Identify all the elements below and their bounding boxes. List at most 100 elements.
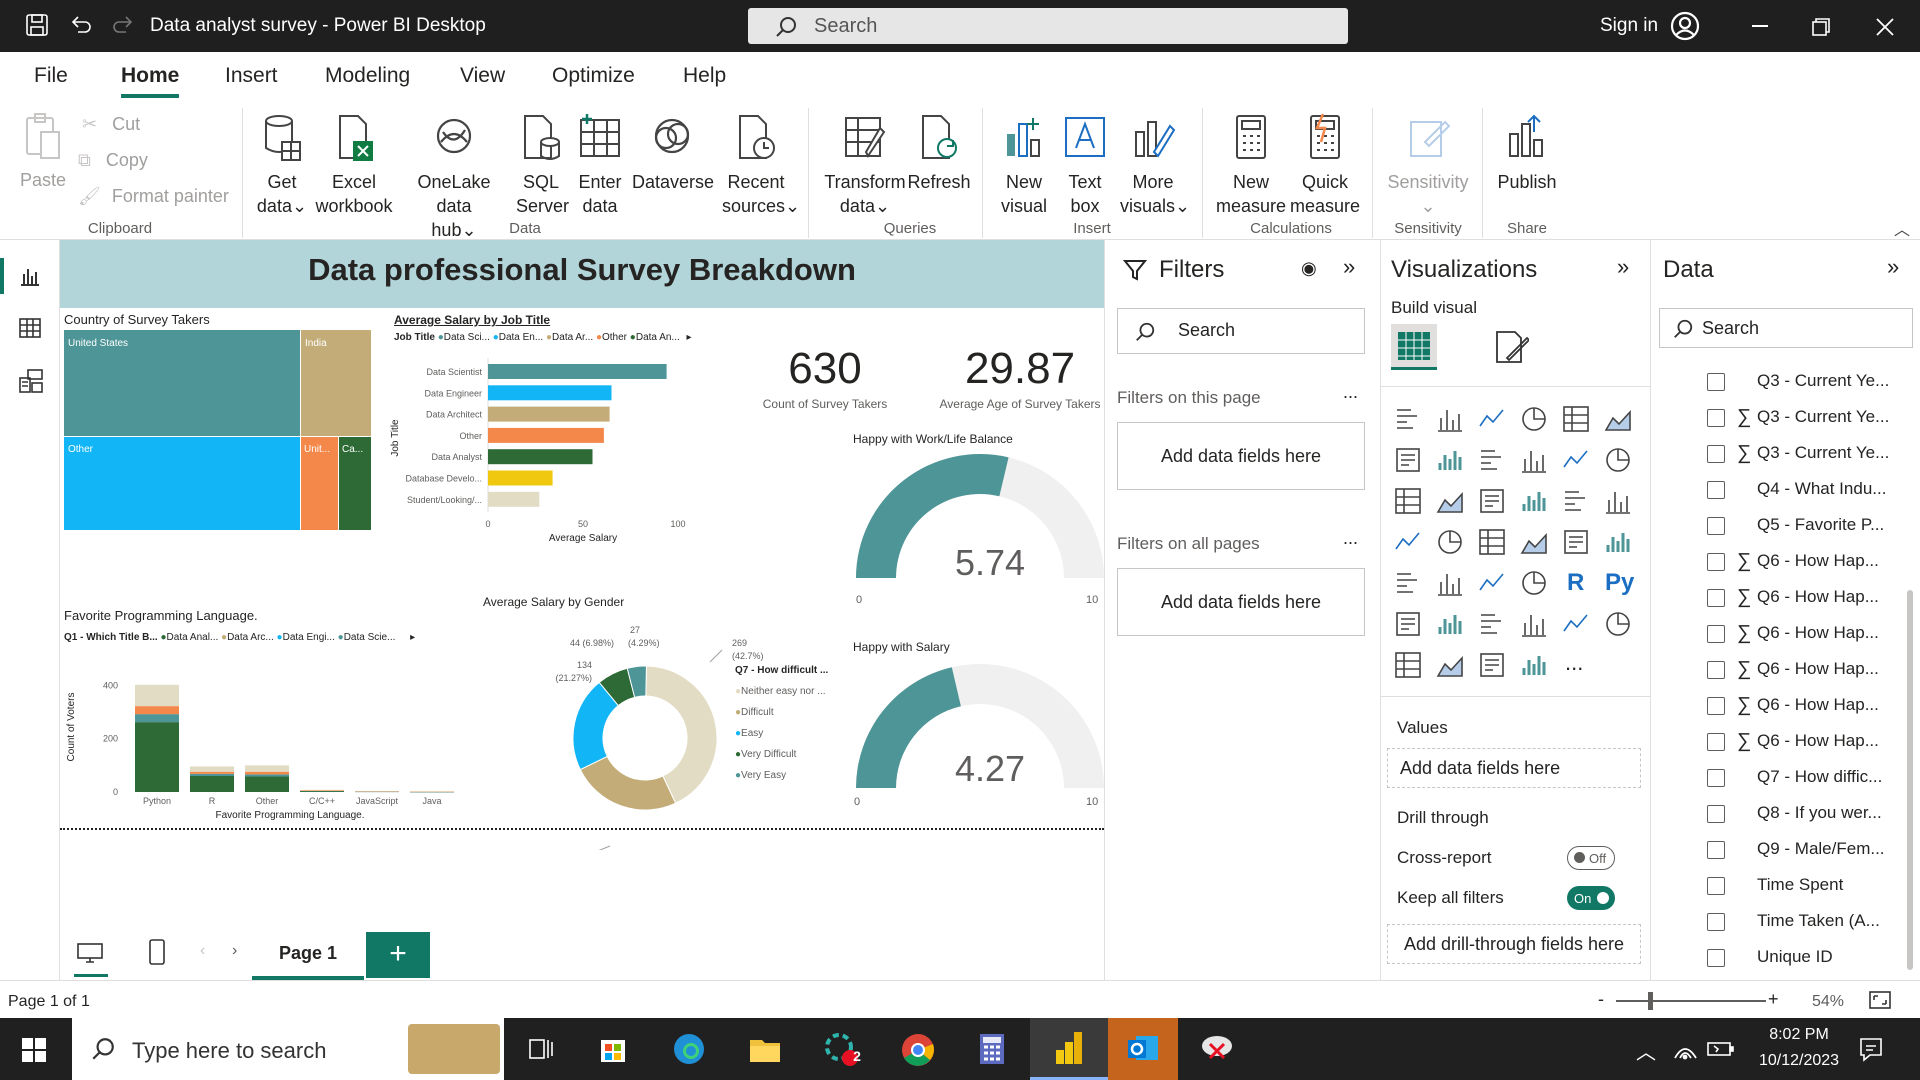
publish-button[interactable]: Publish	[1494, 112, 1560, 194]
field-item[interactable]: Q7 - How diffic...	[1651, 760, 1911, 796]
stacked-bar-segment[interactable]	[190, 773, 234, 776]
field-checkbox[interactable]	[1707, 553, 1725, 571]
file-explorer-icon[interactable]	[748, 1034, 782, 1064]
field-checkbox[interactable]	[1707, 805, 1725, 823]
stacked-bar-segment[interactable]	[135, 722, 179, 792]
bar[interactable]	[488, 470, 553, 486]
taskbar-search[interactable]: Type here to search	[72, 1018, 504, 1080]
filters-this-page-more[interactable]: ...	[1343, 382, 1358, 403]
line-visual-icon[interactable]	[1393, 445, 1423, 475]
undo-icon[interactable]	[68, 12, 94, 38]
chrome-icon[interactable]	[900, 1032, 936, 1068]
cut-button[interactable]: ✂ Cut	[82, 112, 140, 136]
stacked-bar-segment[interactable]	[300, 790, 344, 791]
paste-button[interactable]: Paste	[18, 112, 68, 192]
metrics-visual-icon[interactable]	[1561, 609, 1591, 639]
diamond-visual-icon[interactable]	[1477, 650, 1507, 680]
sql-server-button[interactable]: SQL Server	[516, 112, 569, 218]
field-item[interactable]: Q5 - Favorite P...	[1651, 508, 1911, 544]
field-checkbox[interactable]	[1707, 697, 1725, 715]
drill-through-drop[interactable]: Add drill-through fields here	[1387, 924, 1641, 964]
stacked-bar-segment[interactable]	[245, 771, 289, 775]
add-page-button[interactable]: +	[366, 932, 430, 978]
account-icon[interactable]	[1670, 11, 1700, 41]
clock-date[interactable]: 10/12/2023	[1744, 1052, 1854, 1070]
build-visual-tab[interactable]	[1391, 324, 1437, 370]
field-checkbox[interactable]	[1707, 769, 1725, 787]
arrow-visual-icon[interactable]	[1519, 650, 1549, 680]
field-checkbox[interactable]	[1707, 589, 1725, 607]
collapse-ribbon-icon[interactable]: ︿	[1894, 216, 1910, 240]
stacked-bar-segment[interactable]	[135, 714, 179, 723]
sensitivity-button[interactable]: Sensitivity ⌄	[1384, 112, 1472, 218]
values-drop[interactable]: Add data fields here	[1387, 748, 1641, 788]
stacked-bar-segment[interactable]	[190, 776, 234, 792]
stacked-column-visual-icon[interactable]	[1435, 404, 1465, 434]
stacked-bar-visual-icon[interactable]	[1393, 404, 1423, 434]
line-column-visual-icon[interactable]	[1519, 445, 1549, 475]
power-bi-taskbar-button[interactable]	[1030, 1018, 1108, 1080]
field-checkbox[interactable]	[1707, 913, 1725, 931]
restore-icon[interactable]	[1812, 18, 1830, 36]
recent-sources-button[interactable]: Recent sources⌄	[722, 112, 800, 218]
battery-icon[interactable]	[1706, 1040, 1734, 1058]
matrix-visual-icon[interactable]	[1519, 568, 1549, 598]
bar[interactable]	[488, 364, 667, 379]
minimize-icon[interactable]	[1752, 25, 1768, 27]
table-view-icon[interactable]	[18, 316, 42, 340]
ribbon-visual-icon[interactable]	[1603, 445, 1633, 475]
get-data-button[interactable]: Get data⌄	[254, 112, 310, 218]
treemap-visual-icon[interactable]	[1603, 486, 1633, 516]
qa-visual-icon[interactable]	[1477, 609, 1507, 639]
model-view-icon[interactable]	[18, 368, 44, 394]
stacked-bar-segment[interactable]	[410, 791, 454, 792]
next-page-icon[interactable]: ›	[232, 942, 237, 960]
donut-slice[interactable]	[579, 755, 677, 811]
treemap-tile-other[interactable]	[64, 437, 300, 530]
more-visuals-button[interactable]: More visuals⌄	[1120, 112, 1190, 218]
tray-chevron-icon[interactable]: ︿	[1636, 1036, 1656, 1065]
field-checkbox[interactable]	[1707, 625, 1725, 643]
field-checkbox[interactable]	[1707, 373, 1725, 391]
filters-all-pages-more[interactable]: ...	[1343, 528, 1358, 549]
keep-filters-toggle[interactable]: On	[1567, 886, 1615, 910]
menu-insert[interactable]: Insert	[225, 64, 278, 88]
outlook-taskbar-button[interactable]	[1108, 1018, 1178, 1080]
stacked-area-visual-icon[interactable]	[1477, 445, 1507, 475]
desktop-layout-icon[interactable]	[76, 942, 104, 964]
cross-report-toggle[interactable]: Off	[1567, 846, 1615, 870]
stacked-bar-segment[interactable]	[190, 766, 234, 772]
field-checkbox[interactable]	[1707, 661, 1725, 679]
key-influencers-visual-icon[interactable]	[1393, 609, 1423, 639]
field-item[interactable]: ∑ Q6 - How Hap...	[1651, 544, 1911, 580]
collapse-data-icon[interactable]: »	[1887, 254, 1899, 280]
text-box-button[interactable]: Text box	[1060, 112, 1110, 218]
pie-visual-icon[interactable]	[1519, 486, 1549, 516]
filled-map-visual-icon[interactable]	[1435, 527, 1465, 557]
bar[interactable]	[488, 449, 593, 465]
redo-icon[interactable]	[110, 12, 136, 38]
field-checkbox[interactable]	[1707, 445, 1725, 463]
field-checkbox[interactable]	[1707, 409, 1725, 427]
area-visual-icon[interactable]	[1435, 445, 1465, 475]
stacked-bar-segment[interactable]	[245, 774, 289, 777]
save-icon[interactable]	[24, 12, 50, 38]
sign-in-link[interactable]: Sign in	[1600, 15, 1658, 37]
treemap-chart[interactable]: United States India Other Unit... Ca...	[64, 330, 372, 530]
microsoft-store-icon[interactable]	[598, 1034, 628, 1064]
paginated-visual-icon[interactable]	[1603, 609, 1633, 639]
field-item[interactable]: Q3 - Current Ye...	[1651, 364, 1911, 400]
field-item[interactable]: Unique ID	[1651, 940, 1911, 976]
field-item[interactable]: ∑ Q6 - How Hap...	[1651, 652, 1911, 688]
line-clustered-visual-icon[interactable]	[1561, 445, 1591, 475]
field-checkbox[interactable]	[1707, 949, 1725, 967]
field-item[interactable]: ∑ Q6 - How Hap...	[1651, 616, 1911, 652]
waterfall-visual-icon[interactable]	[1393, 486, 1423, 516]
field-checkbox[interactable]	[1707, 517, 1725, 535]
calculator-app-icon[interactable]	[978, 1032, 1006, 1066]
100-column-visual-icon[interactable]	[1603, 404, 1633, 434]
title-search-box[interactable]: Search	[748, 8, 1348, 44]
zoom-slider-track[interactable]	[1616, 1000, 1766, 1002]
power-apps-visual-icon[interactable]	[1393, 650, 1423, 680]
stacked-bar-segment[interactable]	[355, 790, 399, 792]
